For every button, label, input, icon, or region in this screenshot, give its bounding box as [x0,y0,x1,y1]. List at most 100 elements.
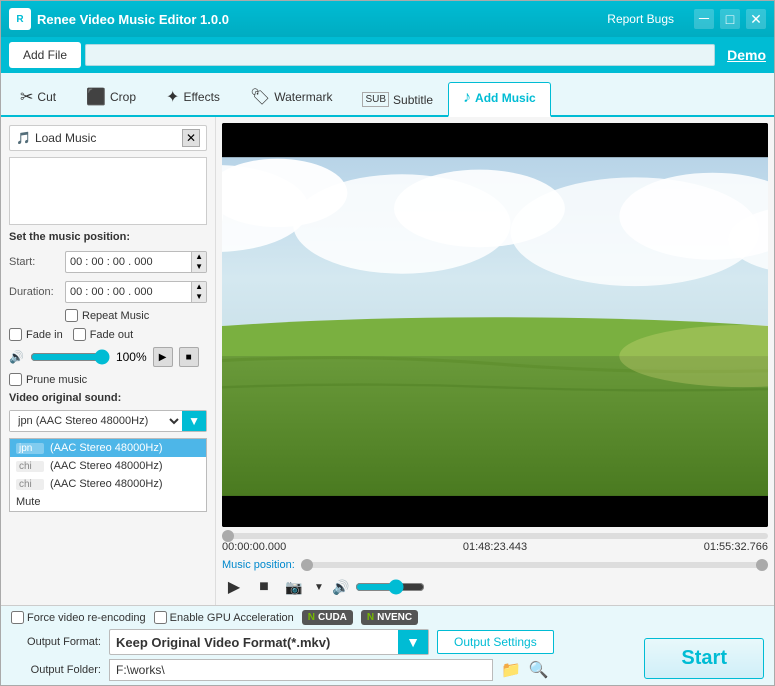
window-controls: － □ ✕ [694,9,766,29]
controls-row: ▶ ■ 📷 ▼ 🔊 [222,575,768,599]
fade-in-checkbox[interactable] [9,328,22,341]
repeat-music-checkbox-label[interactable]: Repeat Music [65,309,149,322]
tab-cut[interactable]: ✂ Cut [5,80,71,115]
play-preview-button[interactable]: ▶ [153,347,173,367]
tab-cut-label: Cut [37,90,56,104]
prune-music-checkbox[interactable] [9,373,22,386]
timeline-row: 00:00:00.000 01:48:23.443 01:55:32.766 [222,531,768,555]
start-time-input[interactable]: 00 : 00 : 00 . 000 [66,254,191,270]
dropdown-item-1-tag: chi [16,461,44,472]
stop-button[interactable]: ■ [252,575,276,599]
audio-volume-slider[interactable] [355,579,425,595]
close-music-button[interactable]: ✕ [182,129,200,147]
duration-spin-up[interactable]: ▲ [192,282,206,292]
file-path-input[interactable] [85,44,715,66]
sound-dropdown[interactable]: jpn (AAC Stereo 48000Hz) chi (AAC Stereo… [10,411,182,431]
tab-subtitle[interactable]: SUB Subtitle [347,85,448,115]
tab-watermark-label: Watermark [274,90,332,104]
stop-preview-button[interactable]: ■ [179,347,199,367]
dropdown-item-1[interactable]: chi (AAC Stereo 48000Hz) [10,457,206,475]
right-panel: 00:00:00.000 01:48:23.443 01:55:32.766 M… [216,117,774,605]
toolbar: Add File Demo [1,37,774,73]
fade-in-checkbox-label[interactable]: Fade in [9,328,63,341]
video-container [222,123,768,527]
music-note-icon: 🎵 [16,131,31,145]
screenshot-dropdown-button[interactable]: ▼ [312,575,326,599]
force-encoding-text: Force video re-encoding [27,612,146,624]
format-select-input[interactable]: Keep Original Video Format(*.mkv) [110,632,398,653]
enable-gpu-text: Enable GPU Acceleration [170,612,294,624]
bottom-bar: Force video re-encoding Enable GPU Accel… [1,605,774,685]
fade-out-checkbox[interactable] [73,328,86,341]
dropdown-item-2-tag: chi [16,479,44,490]
close-button[interactable]: ✕ [746,9,766,29]
speaker-icon: 🔊 [9,350,24,364]
force-encoding-checkbox[interactable] [11,611,24,624]
search-folder-button[interactable]: 🔍 [529,660,549,680]
left-panel: 🎵 Load Music ✕ Set the music position: S… [1,117,216,605]
tab-watermark[interactable]: 🏷 Watermark [235,80,348,115]
start-spin-buttons: ▲ ▼ [191,252,206,272]
dropdown-item-0-label: (AAC Stereo 48000Hz) [50,442,163,454]
music-list-box[interactable] [9,157,207,225]
start-button[interactable]: Start [644,638,764,679]
watermark-icon: 🏷 [250,87,270,107]
timeline-thumb [222,530,234,542]
time-end: 01:55:32.766 [704,541,768,553]
browse-folder-button[interactable]: 📁 [501,660,521,680]
force-encoding-label[interactable]: Force video re-encoding [11,611,146,624]
duration-input[interactable] [66,284,191,300]
prune-music-checkbox-label[interactable]: Prune music [9,373,87,386]
crop-icon: ⬛ [86,87,106,107]
repeat-music-checkbox[interactable] [65,309,78,322]
music-pos-thumb-right [756,559,768,571]
start-spin-down[interactable]: ▼ [192,262,206,272]
output-settings-button[interactable]: Output Settings [437,630,554,654]
tab-add-music[interactable]: ♪ Add Music [448,82,551,117]
mute-item[interactable]: Mute [10,493,206,511]
repeat-music-row: Repeat Music [65,309,207,322]
nvenc-badge: N NVENC [361,610,418,625]
enable-gpu-label[interactable]: Enable GPU Acceleration [154,611,294,624]
bottom-row2: Output Format: Keep Original Video Forma… [11,629,634,655]
bottom-left-area: Output Format: Keep Original Video Forma… [11,629,634,681]
dropdown-item-0[interactable]: jpn (AAC Stereo 48000Hz) [10,439,206,457]
prune-music-label: Prune music [26,374,87,386]
dropdown-item-1-label: (AAC Stereo 48000Hz) [50,460,163,472]
bottom-right-area: Start [634,638,764,681]
folder-path-input[interactable]: F:\works\ [109,659,493,681]
cut-icon: ✂ [20,87,33,107]
format-arrow-button[interactable]: ▼ [398,630,428,654]
load-music-button[interactable]: 🎵 Load Music [16,131,96,145]
load-music-label: Load Music [35,131,96,145]
output-format-label: Output Format: [11,636,101,648]
fade-out-checkbox-label[interactable]: Fade out [73,328,133,341]
play-button[interactable]: ▶ [222,575,246,599]
report-bugs-link[interactable]: Report Bugs [607,12,674,26]
bottom-row1: Force video re-encoding Enable GPU Accel… [11,610,764,625]
maximize-button[interactable]: □ [720,9,740,29]
set-music-position-label: Set the music position: [9,231,207,243]
enable-gpu-checkbox[interactable] [154,611,167,624]
minimize-button[interactable]: － [694,9,714,29]
sound-dropdown-arrow[interactable]: ▼ [182,411,206,431]
dropdown-item-2[interactable]: chi (AAC Stereo 48000Hz) [10,475,206,493]
dropdown-item-0-tag: jpn [16,443,44,454]
load-music-bar: 🎵 Load Music ✕ [9,125,207,151]
time-mid: 01:48:23.443 [463,541,527,553]
start-spin-up[interactable]: ▲ [192,252,206,262]
duration-spin-down[interactable]: ▼ [192,292,206,302]
duration-time-row: Duration: ▲ ▼ [9,281,207,303]
start-time-input-wrapper: 00 : 00 : 00 . 000 ▲ ▼ [65,251,207,273]
volume-slider[interactable] [30,349,110,365]
add-file-button[interactable]: Add File [9,42,81,68]
duration-label: Duration: [9,286,59,298]
screenshot-button[interactable]: 📷 [282,575,306,599]
start-label: Start: [9,256,59,268]
tab-crop[interactable]: ⬛ Crop [71,80,151,115]
main-content: 🎵 Load Music ✕ Set the music position: S… [1,117,774,605]
tab-effects[interactable]: ✦ Effects [151,80,235,115]
cuda-label: CUDA [318,612,347,623]
duration-spin-buttons: ▲ ▼ [191,282,206,302]
cuda-nvidia-icon: N [308,612,315,623]
